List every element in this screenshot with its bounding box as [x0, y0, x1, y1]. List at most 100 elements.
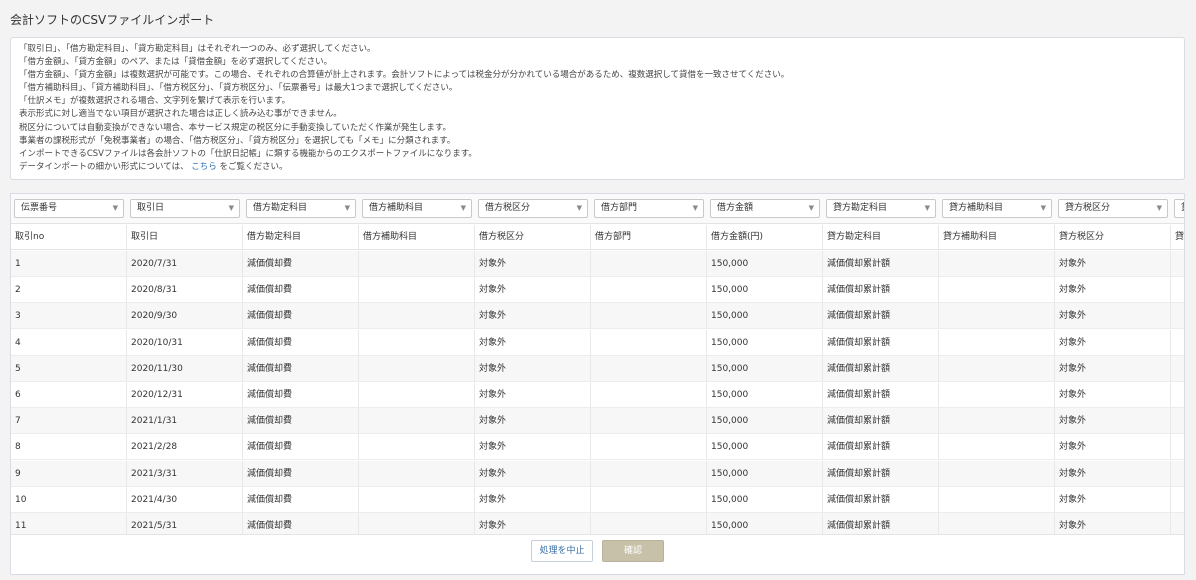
cancel-button[interactable]: 処理を中止 — [531, 540, 593, 562]
select-value: 取引日 — [137, 203, 165, 213]
table-cell: 3 — [11, 303, 127, 329]
table-cell: 2020/9/30 — [127, 303, 243, 329]
select-value: 貸方補助科目 — [949, 203, 1004, 213]
table-cell: 減価償却累計額 — [823, 329, 939, 355]
format-help-link[interactable]: こちら — [191, 162, 217, 172]
table-cell: 4 — [11, 329, 127, 355]
notice-line: 税区分については自動変換ができない場合、本サービス規定の税区分に手動変換していた… — [19, 122, 451, 133]
table-cell: 1 — [11, 251, 127, 276]
column-mapping-select[interactable]: 貸方税区分 ▼ — [1058, 199, 1168, 218]
table-cell: 減価償却費 — [243, 408, 359, 434]
table-cell — [591, 382, 707, 407]
column-mapping-select[interactable]: 借方勘定科目 ▼ — [246, 199, 356, 218]
column-mapping-select[interactable]: 伝票番号 ▼ — [14, 199, 124, 218]
table-cell — [359, 277, 475, 303]
chevron-down-icon: ▼ — [344, 204, 350, 212]
column-mapping-select[interactable]: 借方部門 ▼ — [594, 199, 704, 218]
table-cell — [939, 382, 1055, 407]
column-mapping-select[interactable]: 借方税区分 ▼ — [478, 199, 588, 218]
page-title: 会計ソフトのCSVファイルインポート — [10, 13, 215, 27]
table-cell — [939, 486, 1055, 512]
table-cell — [939, 303, 1055, 329]
table-cell: 9 — [11, 460, 127, 486]
table-cell: 減価償却費 — [243, 434, 359, 460]
column-mapping-select[interactable]: 貸方補助科目 ▼ — [942, 199, 1052, 218]
table-cell — [591, 329, 707, 355]
table-cell: 対象外 — [475, 382, 591, 407]
table-cell: 減価償却累計額 — [823, 408, 939, 434]
table-cell: 減価償却累計額 — [823, 303, 939, 329]
table-cell — [591, 277, 707, 303]
column-header: 借方勘定科目 — [243, 225, 359, 249]
table-cell — [939, 434, 1055, 460]
column-mapping-select[interactable]: 借方金額 ▼ — [710, 199, 820, 218]
select-value: 借方勘定科目 — [253, 203, 308, 213]
table-cell — [939, 408, 1055, 434]
table-cell — [1171, 408, 1184, 433]
table-row: 4 2020/10/31 減価償却費 対象外 150,000 減価償却累計額 対象外 — [11, 329, 1184, 356]
table-cell: 150,000 — [707, 486, 823, 512]
notice-panel: 「取引日」、「借方勘定科目」、「貸方勘定科目」はそれぞれ一つのみ、必ず選択してく… — [10, 37, 1185, 180]
notice-line: 事業者の課税形式が「免税事業者」の場合、「借方税区分」、「貸方税区分」を選択して… — [19, 135, 456, 146]
column-header: 貸 — [1171, 225, 1184, 249]
table-cell: 減価償却費 — [243, 355, 359, 381]
table-cell — [1171, 330, 1184, 355]
chevron-down-icon: ▼ — [112, 204, 118, 212]
table-cell — [359, 434, 475, 460]
table-cell: 5 — [11, 355, 127, 381]
select-value: 貸方税区分 — [1065, 203, 1111, 213]
column-header: 貸方勘定科目 — [823, 225, 939, 249]
table-cell: 2021/4/30 — [127, 486, 243, 512]
chevron-down-icon: ▼ — [1040, 204, 1046, 212]
table-cell: 150,000 — [707, 434, 823, 460]
table-row: 9 2021/3/31 減価償却費 対象外 150,000 減価償却累計額 対象外 — [11, 460, 1184, 487]
table-cell: 対象外 — [1055, 486, 1171, 512]
table-cell — [1171, 356, 1184, 381]
table-cell: 2020/7/31 — [127, 251, 243, 276]
notice-line: インポートできるCSVファイルは各会計ソフトの「仕訳日記帳」に類する機能からのエ… — [19, 148, 477, 159]
column-mapping-select[interactable]: 取引日 ▼ — [130, 199, 240, 218]
table-cell — [359, 251, 475, 276]
notice-line: 「借方金額」、「貸方金額」のペア、または「貸借金額」を必ず選択してください。 — [19, 57, 333, 68]
table-cell: 150,000 — [707, 355, 823, 381]
table-cell: 対象外 — [1055, 434, 1171, 460]
chevron-down-icon: ▼ — [228, 204, 234, 212]
table-row: 8 2021/2/28 減価償却費 対象外 150,000 減価償却累計額 対象外 — [11, 434, 1184, 461]
column-mapping-select[interactable]: 貸▼ — [1174, 199, 1184, 218]
confirm-button[interactable]: 確認 — [602, 540, 664, 562]
table-cell: 対象外 — [1055, 329, 1171, 355]
table-cell — [1171, 303, 1184, 328]
table-cell: 対象外 — [1055, 277, 1171, 303]
table-cell — [591, 408, 707, 434]
column-mapping-row: 伝票番号 ▼ 取引日 ▼ 借方勘定科目 ▼ 借方補助科目 ▼ 借方税区分 ▼ 借方部門 ▼ 借方金額 ▼ 貸… — [11, 194, 1184, 224]
column-mapping-select[interactable]: 借方補助科目 ▼ — [362, 199, 472, 218]
table-cell — [359, 329, 475, 355]
table-cell: 減価償却費 — [243, 460, 359, 486]
table-cell: 7 — [11, 408, 127, 434]
chevron-down-icon: ▼ — [692, 204, 698, 212]
table-cell: 10 — [11, 486, 127, 512]
table-cell — [591, 486, 707, 512]
table-cell: 減価償却累計額 — [823, 434, 939, 460]
table-cell: 対象外 — [1055, 251, 1171, 276]
notice-line: 「借方金額」、「貸方金額」は複数選択が可能です。この場合、それぞれの合算値が計上… — [19, 70, 790, 81]
chevron-down-icon: ▼ — [808, 204, 814, 212]
table-cell: 対象外 — [475, 408, 591, 434]
table-row: 6 2020/12/31 減価償却費 対象外 150,000 減価償却累計額 対象外 — [11, 382, 1184, 408]
column-mapping-select[interactable]: 貸方勘定科目 ▼ — [826, 199, 936, 218]
table-cell — [359, 460, 475, 486]
select-value: 貸方勘定科目 — [833, 203, 888, 213]
table-cell: 減価償却累計額 — [823, 355, 939, 381]
table-cell — [939, 460, 1055, 486]
column-header: 借方金額(円) — [707, 225, 823, 249]
table-cell: 150,000 — [707, 277, 823, 303]
chevron-down-icon: ▼ — [1156, 204, 1162, 212]
table-cell: 150,000 — [707, 303, 823, 329]
table-cell — [359, 382, 475, 407]
table-cell — [939, 355, 1055, 381]
table-cell — [591, 460, 707, 486]
notice-text: をご覧ください。 — [219, 161, 288, 172]
notice-line-format: データインポートの細かい形式については、 こちら をご覧ください。 — [19, 161, 1176, 174]
table-cell — [359, 408, 475, 434]
table-cell — [1171, 434, 1184, 459]
